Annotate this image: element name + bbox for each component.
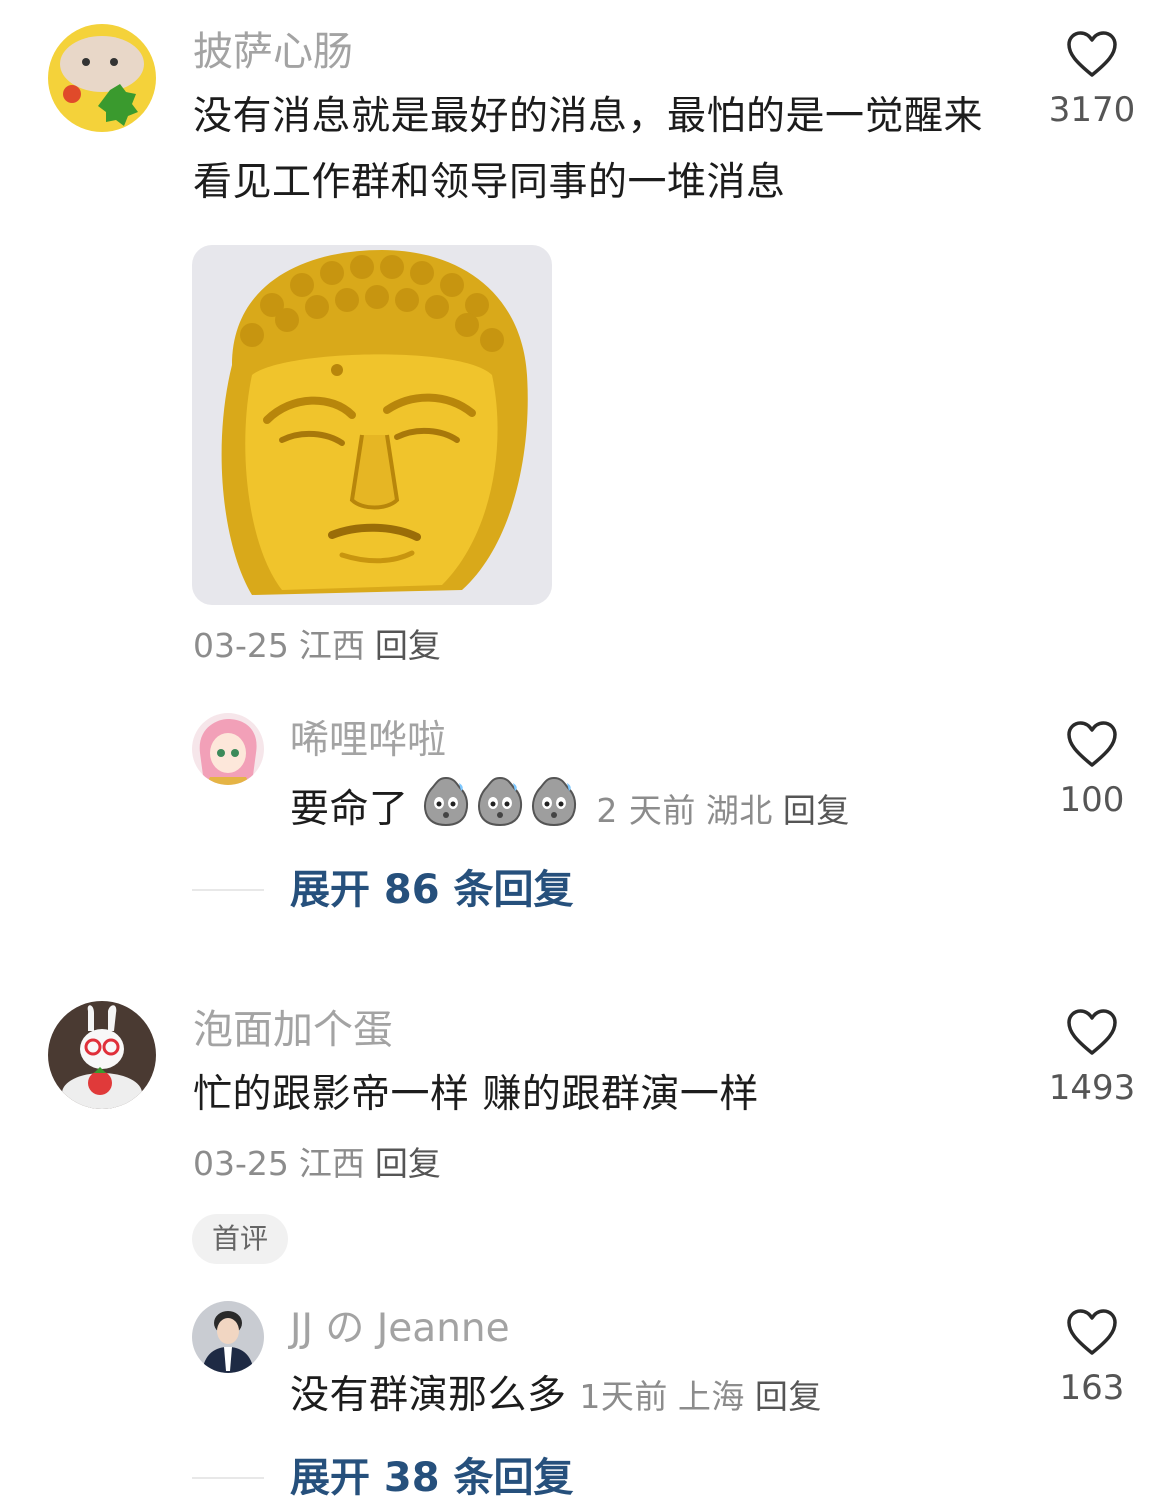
- reply-button[interactable]: 回复: [755, 1377, 822, 1416]
- sweating-potato-emoji: [475, 775, 525, 848]
- reply-button[interactable]: 回复: [375, 626, 441, 665]
- reply-username[interactable]: 唏哩哗啦: [290, 718, 446, 764]
- sweating-potato-emoji: [421, 775, 471, 848]
- comment-location: 江西: [298, 626, 365, 665]
- comment-text: 没有消息就是最好的消息，最怕的是一觉醒来看见工作群和领导同事的一堆消息: [193, 94, 984, 205]
- comment-location: 江西: [298, 1144, 365, 1183]
- sweating-potato-emoji: [529, 775, 579, 848]
- reply-meta: 1天前 上海 回复: [579, 1377, 832, 1416]
- expand-replies-link[interactable]: 展开 38 条回复: [290, 1454, 574, 1502]
- reply-row: 要命了 2 天前 湖北 回复: [290, 775, 860, 848]
- golden-buddha-head-meme: [192, 245, 552, 605]
- like-count: 100: [1059, 780, 1125, 820]
- comment-date: 03-25: [193, 1144, 289, 1183]
- heart-outline-icon: [1067, 1009, 1117, 1055]
- comment-date: 03-25: [193, 626, 289, 665]
- heart-outline-icon: [1067, 721, 1117, 767]
- reply-like-button[interactable]: 100: [1042, 720, 1142, 820]
- reply-time: 1天前: [579, 1377, 668, 1416]
- reply-username[interactable]: JJ の Jeanne: [290, 1306, 510, 1352]
- expand-replies-link[interactable]: 展开 86 条回复: [290, 866, 574, 914]
- comment-username[interactable]: 泡面加个蛋: [193, 1006, 393, 1054]
- avatar[interactable]: [48, 1001, 156, 1109]
- reply-button[interactable]: 回复: [375, 1144, 441, 1183]
- reply-location: 湖北: [705, 791, 773, 830]
- reply-meta: 2 天前 湖北 回复: [596, 791, 860, 830]
- reply-like-button[interactable]: 163: [1042, 1308, 1142, 1408]
- heart-outline-icon: [1067, 31, 1117, 77]
- like-count: 3170: [1048, 90, 1136, 130]
- comment-image[interactable]: [192, 245, 552, 605]
- reply-avatar[interactable]: [192, 713, 264, 785]
- expand-divider: [192, 889, 264, 891]
- reply-avatar[interactable]: [192, 1301, 264, 1373]
- reply-row: 没有群演那么多 1天前 上海 回复: [290, 1363, 832, 1429]
- like-button[interactable]: 1493: [1042, 1008, 1142, 1108]
- like-button[interactable]: 3170: [1042, 30, 1142, 130]
- like-count: 163: [1059, 1368, 1125, 1408]
- comment-meta: 03-25 江西 回复: [193, 1144, 451, 1184]
- expand-divider: [192, 1477, 264, 1479]
- comment-username[interactable]: 披萨心肠: [193, 28, 353, 76]
- reply-text: 要命了: [290, 787, 409, 832]
- reply-time: 2 天前: [596, 791, 696, 830]
- reply-button[interactable]: 回复: [783, 791, 850, 830]
- reply-text: 没有群演那么多: [290, 1373, 567, 1418]
- heart-outline-icon: [1067, 1309, 1117, 1355]
- comment-meta: 03-25 江西 回复: [193, 626, 451, 666]
- comment-text: 忙的跟影帝一样 赚的跟群演一样: [193, 1072, 759, 1117]
- first-comment-badge: 首评: [192, 1214, 289, 1264]
- avatar[interactable]: [48, 24, 156, 132]
- reply-location: 上海: [677, 1377, 745, 1416]
- like-count: 1493: [1048, 1068, 1136, 1108]
